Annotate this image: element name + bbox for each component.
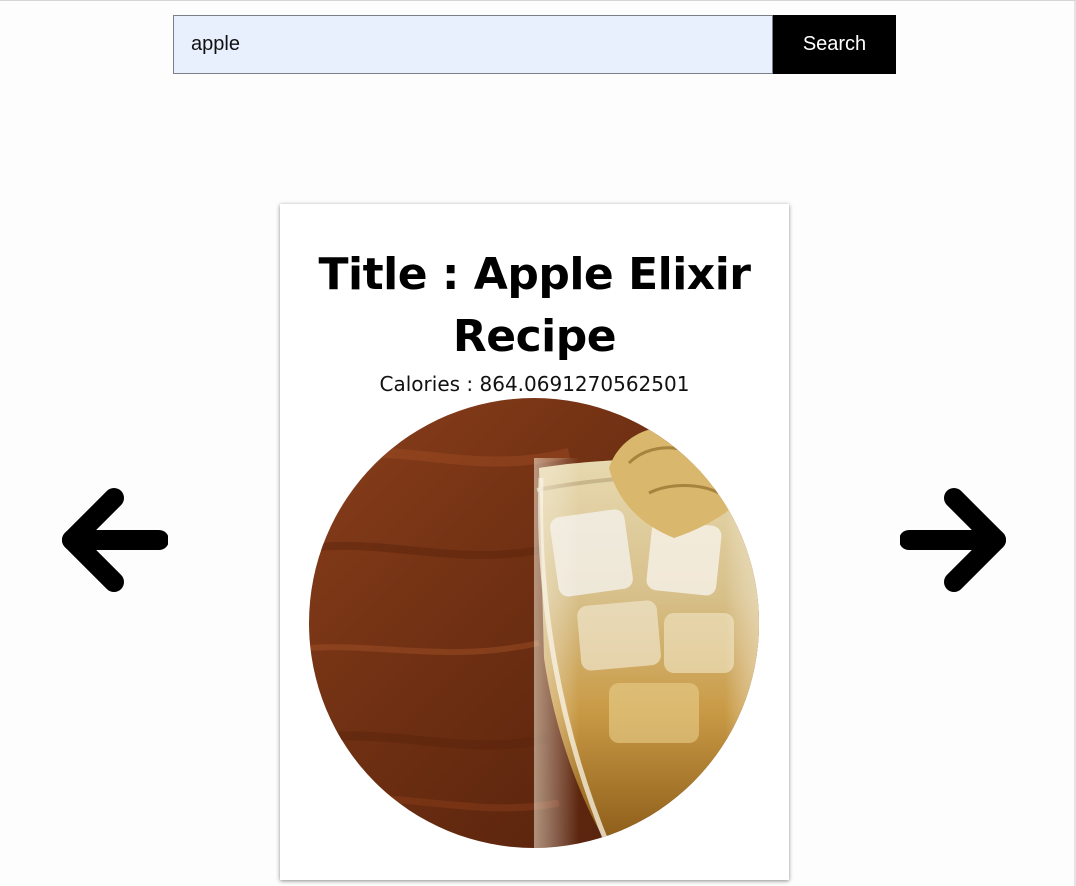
page: Search Title : Apple Elixir Recipe Calor… (0, 0, 1076, 886)
recipe-image (309, 398, 759, 848)
search-form: Search (173, 15, 896, 74)
recipe-title: Title : Apple Elixir Recipe (318, 249, 751, 362)
previous-recipe-button[interactable] (60, 488, 169, 592)
arrow-left-icon (62, 488, 169, 592)
search-input[interactable] (173, 15, 773, 74)
recipe-card[interactable]: Title : Apple Elixir Recipe Calories : 8… (280, 204, 789, 880)
recipe-calories: Calories : 864.0691270562501 (379, 372, 690, 396)
arrow-right-icon (899, 488, 1006, 592)
search-button[interactable]: Search (773, 15, 896, 74)
next-recipe-button[interactable] (899, 488, 1008, 592)
